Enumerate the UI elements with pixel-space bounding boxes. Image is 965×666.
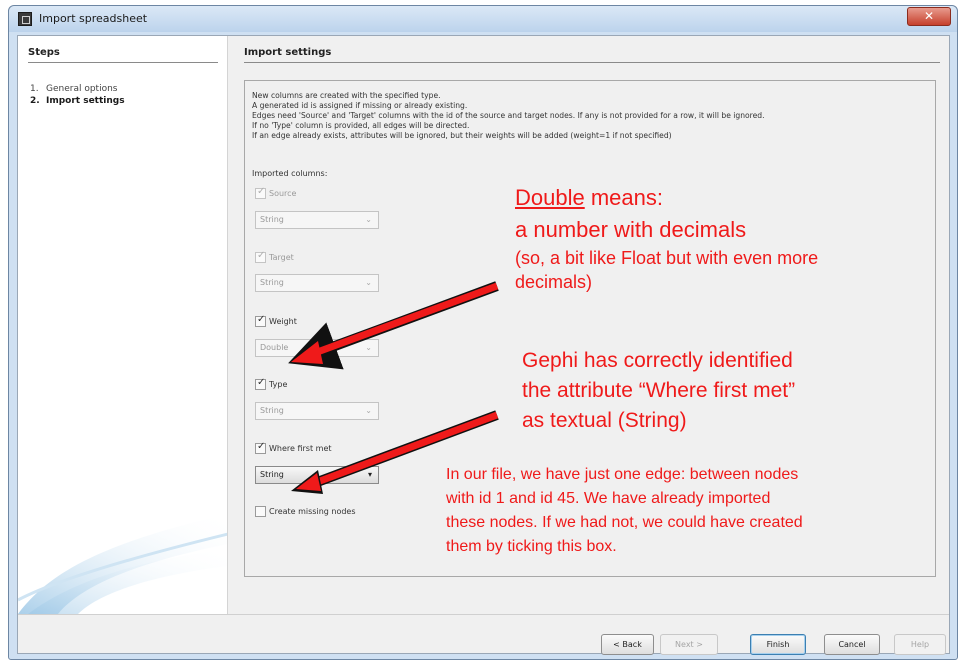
info-text: If no 'Type' column is provided, all edg… <box>252 121 470 130</box>
finish-button[interactable]: Finish <box>750 634 806 655</box>
selected-type: Double <box>260 343 289 352</box>
step-label: Import settings <box>46 96 125 106</box>
step-number: 2. <box>30 96 40 106</box>
gephi-line3: as textual (String) <box>522 409 687 432</box>
checkbox-icon <box>255 250 266 263</box>
chevron-down-icon: ⌄ <box>365 343 372 352</box>
step-label: General options <box>46 84 118 94</box>
help-button[interactable]: Help <box>894 634 946 655</box>
selected-type: String <box>260 278 284 287</box>
column-label: Type <box>269 380 288 389</box>
info-text: Edges need 'Source' and 'Target' columns… <box>252 111 765 120</box>
cancel-button[interactable]: Cancel <box>824 634 880 655</box>
double-line2: a number with decimals <box>515 217 747 242</box>
file-annotation: In our file, we have just one edge: betw… <box>446 463 803 559</box>
double-line3: (so, a bit like Float but with even more <box>515 248 819 268</box>
steps-panel: Steps 1. General options 2. Import setting… <box>18 36 228 614</box>
gephi-line2: the attribute “Where first met” <box>522 379 796 402</box>
target-column-checkbox[interactable]: Target <box>255 250 294 264</box>
next-button[interactable]: Next > <box>660 634 718 655</box>
back-button[interactable]: < Back <box>601 634 654 655</box>
double-rest: means: <box>584 185 663 210</box>
target-type-select[interactable]: String ⌄ <box>255 274 379 292</box>
file-line3: these nodes. If we had not, we could hav… <box>446 514 803 531</box>
where-first-met-type-select[interactable]: String ▾ <box>255 466 379 484</box>
create-missing-nodes-checkbox[interactable]: Create missing nodes <box>255 506 356 518</box>
double-line4: decimals) <box>515 272 593 292</box>
import-spreadsheet-dialog: Import spreadsheet ✕ Steps 1. General opt… <box>8 5 958 660</box>
source-column-checkbox[interactable]: Source <box>255 186 297 200</box>
double-word: Double <box>515 185 585 210</box>
footer-divider <box>18 614 949 615</box>
checkbox-icon <box>255 314 266 327</box>
weight-column-checkbox[interactable]: Weight <box>255 314 297 328</box>
info-text: If an edge already exists, attributes wi… <box>252 131 672 140</box>
gephi-line1: Gephi has correctly identified <box>522 349 793 372</box>
column-label: Weight <box>269 317 297 326</box>
caret-down-icon: ▾ <box>367 470 372 479</box>
title-bar: Import spreadsheet ✕ <box>9 6 957 32</box>
step-number: 1. <box>30 84 39 94</box>
type-type-select[interactable]: String ⌄ <box>255 402 379 420</box>
chevron-down-icon: ⌄ <box>365 278 372 287</box>
file-line1: In our file, we have just one edge: betw… <box>446 466 799 483</box>
step-general-options[interactable]: 1. General options <box>30 84 117 94</box>
checkbox-icon <box>255 186 266 199</box>
window-title: Import spreadsheet <box>39 12 148 25</box>
column-label: Where first met <box>269 444 332 453</box>
app-icon <box>18 12 32 26</box>
chevron-down-icon: ⌄ <box>365 215 372 224</box>
gephi-annotation: Gephi has correctly identified the attri… <box>522 346 795 436</box>
checkbox-icon <box>255 506 266 517</box>
chevron-down-icon: ⌄ <box>365 406 372 415</box>
column-label: Target <box>269 253 294 262</box>
selected-type: String <box>260 406 284 415</box>
where-first-met-column-checkbox[interactable]: Where first met <box>255 441 332 455</box>
weight-type-select[interactable]: Double ⌄ <box>255 339 379 357</box>
step-import-settings[interactable]: 2. Import settings <box>30 96 125 106</box>
source-type-select[interactable]: String ⌄ <box>255 211 379 229</box>
steps-heading: Steps <box>28 47 218 63</box>
file-line2: with id 1 and id 45. We have already imp… <box>446 490 771 507</box>
close-button[interactable]: ✕ <box>907 7 951 26</box>
type-column-checkbox[interactable]: Type <box>255 377 288 391</box>
create-missing-nodes-label: Create missing nodes <box>269 507 356 516</box>
import-settings-heading: Import settings <box>244 47 940 63</box>
file-line4: them by ticking this box. <box>446 538 617 555</box>
column-label: Source <box>269 189 297 198</box>
imported-columns-label: Imported columns: <box>252 169 328 178</box>
dialog-body: Steps 1. General options 2. Import setting… <box>17 35 950 655</box>
wizard-swoosh-graphic <box>18 514 227 614</box>
selected-type: String <box>260 470 284 479</box>
info-text: New columns are created with the specifi… <box>252 91 441 100</box>
selected-type: String <box>260 215 284 224</box>
checkbox-icon <box>255 441 266 454</box>
info-text: A generated id is assigned if missing or… <box>252 101 468 110</box>
checkbox-icon <box>255 377 266 390</box>
double-annotation: Double means: a number with decimals (so… <box>515 182 818 294</box>
